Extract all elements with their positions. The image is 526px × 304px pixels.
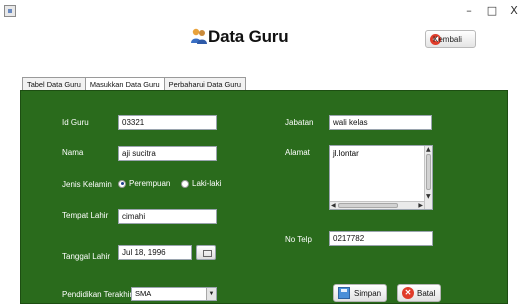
scroll-up-icon[interactable]: ▲: [426, 147, 431, 153]
radio-perempuan-label: Perempuan: [129, 179, 171, 188]
pendidikan-label: Pendidikan Terakhir: [62, 290, 133, 299]
jenis-kelamin-label: Jenis Kelamin: [62, 180, 112, 189]
pendidikan-select[interactable]: SMA ▼: [131, 287, 217, 301]
alamat-text: jl.lontar: [333, 149, 359, 158]
teacher-icon: [191, 28, 207, 44]
no-telp-label: No Telp: [285, 235, 312, 244]
alamat-label: Alamat: [285, 148, 310, 157]
cancel-button-label: Batal: [417, 288, 436, 298]
scroll-thumb[interactable]: [426, 154, 431, 190]
cancel-icon: ✕: [402, 287, 414, 299]
radio-laki-laki-label: Laki-laki: [192, 179, 222, 188]
tab-tabel-data-guru[interactable]: Tabel Data Guru: [22, 77, 86, 91]
scroll-right-icon[interactable]: ▶: [418, 203, 423, 209]
pendidikan-select-value: SMA: [135, 289, 152, 298]
tab-perbaharui-data-guru[interactable]: Perbaharui Data Guru: [163, 77, 246, 91]
app-icon: [4, 5, 16, 17]
tempat-lahir-input[interactable]: cimahi: [118, 209, 217, 224]
scroll-left-icon[interactable]: ◀: [331, 203, 336, 209]
radio-laki-laki[interactable]: Laki-laki: [181, 179, 221, 188]
tab-bar: Tabel Data Guru Masukkan Data Guru Perba…: [22, 77, 246, 92]
nama-label: Nama: [62, 148, 84, 157]
window-titlebar: – □ X: [0, 0, 526, 22]
alamat-vertical-scrollbar[interactable]: ▲ ▼: [424, 146, 432, 209]
radio-laki-laki-dot: [181, 179, 189, 188]
alamat-textarea[interactable]: jl.lontar ▲ ▼ ◀ ▶: [329, 145, 433, 210]
page-title: Data Guru: [208, 27, 289, 46]
hscroll-thumb[interactable]: [338, 203, 398, 208]
date-picker-button[interactable]: [196, 245, 216, 260]
maximize-button[interactable]: □: [484, 4, 500, 18]
chevron-down-icon: ▼: [206, 288, 216, 300]
floppy-disk-icon: [338, 287, 350, 299]
back-button-label: Kembali: [433, 34, 462, 44]
save-button-label: Simpan: [354, 288, 382, 298]
back-button[interactable]: ◀ Kembali: [425, 30, 476, 48]
radio-perempuan[interactable]: Perempuan: [118, 179, 170, 188]
jabatan-label: Jabatan: [285, 118, 314, 127]
close-button[interactable]: X: [506, 4, 522, 18]
scroll-down-icon[interactable]: ▼: [426, 194, 431, 200]
id-guru-input[interactable]: 03321: [118, 115, 217, 130]
id-guru-label: Id Guru: [62, 118, 89, 127]
minimize-button[interactable]: –: [461, 4, 477, 18]
tanggal-lahir-input[interactable]: Jul 18, 1996: [118, 245, 192, 260]
form-panel: Id Guru 03321 Nama aji sucitra Jenis Kel…: [20, 90, 508, 304]
jabatan-input[interactable]: wali kelas: [329, 115, 432, 130]
save-button[interactable]: Simpan: [333, 284, 388, 302]
alamat-horizontal-scrollbar[interactable]: ◀ ▶: [330, 201, 424, 209]
tempat-lahir-label: Tempat Lahir: [62, 211, 109, 220]
nama-input[interactable]: aji sucitra: [118, 146, 217, 161]
tanggal-lahir-label: Tanggal Lahir: [62, 252, 111, 261]
radio-perempuan-dot: [118, 179, 126, 188]
cancel-button[interactable]: ✕ Batal: [397, 284, 442, 302]
no-telp-input[interactable]: 0217782: [329, 231, 433, 246]
